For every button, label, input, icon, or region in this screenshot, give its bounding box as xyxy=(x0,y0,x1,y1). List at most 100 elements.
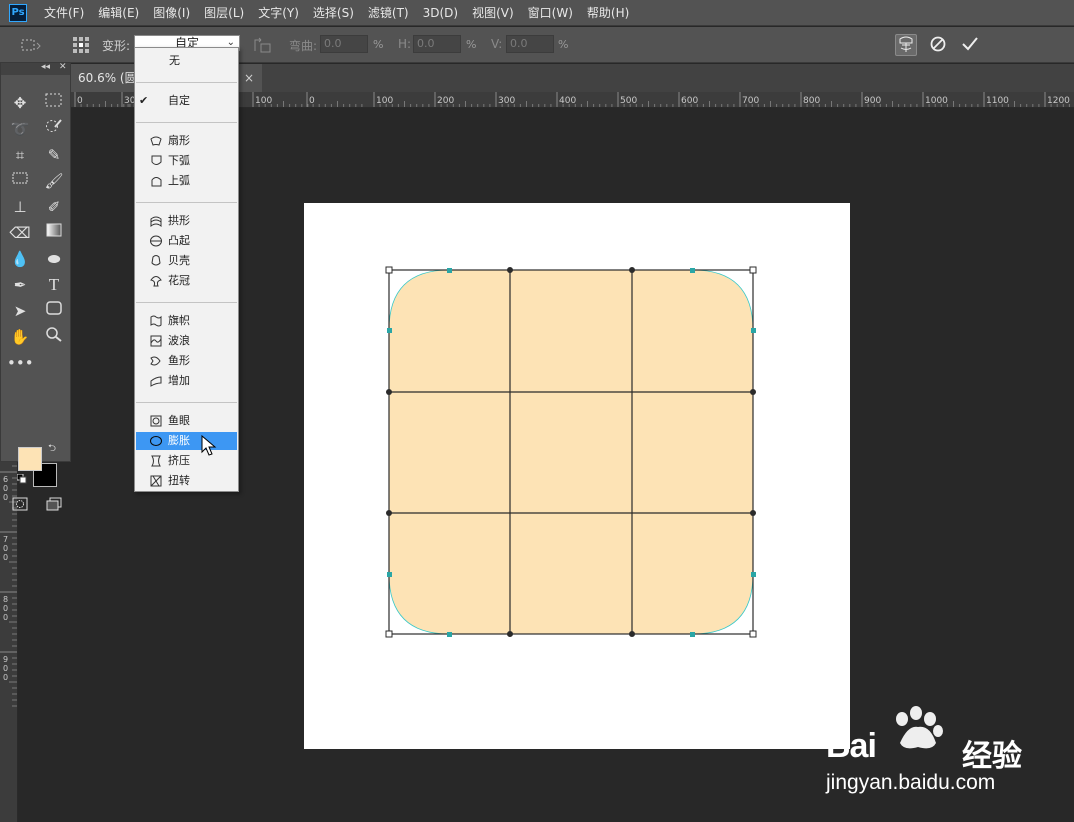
h-distortion-input[interactable]: 0.0 xyxy=(413,35,461,53)
v-distortion-input[interactable]: 0.0 xyxy=(506,35,554,53)
ruler-tick-label: 800 xyxy=(803,96,820,106)
type-tool-icon[interactable]: T xyxy=(41,273,67,297)
warp-mesh[interactable] xyxy=(304,203,850,749)
ruler-tick-label: 0 xyxy=(3,613,8,622)
path-selection-tool-icon[interactable]: ➤ xyxy=(7,299,33,323)
warp-option-label: 膨胀 xyxy=(168,434,190,447)
cancel-transform-icon[interactable] xyxy=(927,34,949,56)
warp-option-inflate[interactable]: 膨胀 xyxy=(136,432,237,450)
healing-brush-tool-icon[interactable] xyxy=(7,169,33,193)
ruler-tick-label: 6 xyxy=(3,475,8,484)
history-brush-tool-icon[interactable]: ✐ xyxy=(41,195,67,219)
screen-mode-icon[interactable] xyxy=(41,495,67,519)
menu-help[interactable]: 帮助(H) xyxy=(580,0,636,26)
warp-option-flag[interactable]: 旗帜 xyxy=(136,312,237,330)
eyedropper-tool-icon[interactable]: ✎ xyxy=(41,143,67,167)
mouse-cursor-icon xyxy=(201,435,217,456)
foreground-color-swatch[interactable] xyxy=(18,447,42,471)
reference-point-icon[interactable] xyxy=(72,36,90,57)
ruler-tick-label: 400 xyxy=(559,96,576,106)
menu-3d[interactable]: 3D(D) xyxy=(416,0,465,26)
quick-select-tool-icon[interactable] xyxy=(41,117,67,141)
ruler-tick-label: 0 xyxy=(77,96,83,106)
checkmark-icon: ✔ xyxy=(139,94,149,107)
twist-icon xyxy=(150,475,162,487)
warp-option-arch[interactable]: 拱形 xyxy=(136,212,237,230)
h-label: H: xyxy=(398,37,412,51)
baidu-jingyan-watermark: Bai du 经验 jingyan.baidu.com xyxy=(822,705,1042,805)
close-icon[interactable]: ✕ xyxy=(59,62,67,72)
menu-image[interactable]: 图像(I) xyxy=(146,0,197,26)
bend-input[interactable]: 0.0 xyxy=(320,35,368,53)
baidu-paw-logo-icon xyxy=(896,706,943,749)
lasso-tool-icon[interactable]: ➰ xyxy=(7,117,33,141)
document-tab-label: 60.6% (圆 xyxy=(78,71,137,85)
menu-select[interactable]: 选择(S) xyxy=(306,0,361,26)
pen-tool-icon[interactable]: ✒ xyxy=(7,273,33,297)
warp-option-wave[interactable]: 波浪 xyxy=(136,332,237,350)
warp-option-flower[interactable]: 花冠 xyxy=(136,272,237,290)
menu-view[interactable]: 视图(V) xyxy=(465,0,521,26)
transform-tool-icon[interactable] xyxy=(18,36,42,57)
warp-option-label: 增加 xyxy=(168,374,190,387)
close-icon[interactable]: × xyxy=(244,64,254,92)
move-tool-icon[interactable]: ✥ xyxy=(7,91,33,115)
blur-tool-icon[interactable]: 💧 xyxy=(7,247,33,271)
zoom-tool-icon[interactable] xyxy=(41,325,67,349)
crop-tool-icon[interactable]: ⌗ xyxy=(7,143,33,167)
document-canvas[interactable] xyxy=(304,203,850,749)
warp-option-label: 凸起 xyxy=(168,234,190,247)
menu-layer[interactable]: 图层(L) xyxy=(197,0,251,26)
eraser-tool-icon[interactable]: ⌫ xyxy=(7,221,33,245)
ruler-tick-label: 0 xyxy=(309,96,315,106)
warp-option-squeeze[interactable]: 挤压 xyxy=(136,452,237,470)
warp-option-rise[interactable]: 增加 xyxy=(136,372,237,390)
h-unit: % xyxy=(466,38,477,51)
warp-option-custom[interactable]: ✔ 自定 xyxy=(136,92,237,110)
warp-option-bulge[interactable]: 凸起 xyxy=(136,232,237,250)
menu-type[interactable]: 文字(Y) xyxy=(251,0,306,26)
warp-option-arc[interactable]: 扇形 xyxy=(136,132,237,150)
warp-option-fish[interactable]: 鱼形 xyxy=(136,352,237,370)
collapse-icon[interactable]: ◂◂ xyxy=(41,62,50,72)
menu-file[interactable]: 文件(F) xyxy=(37,0,91,26)
ruler-tick-label: 100 xyxy=(376,96,393,106)
quick-mask-icon[interactable] xyxy=(7,495,33,519)
photoshop-logo-icon: Ps xyxy=(9,3,27,22)
commit-transform-icon[interactable] xyxy=(959,34,981,56)
flower-icon xyxy=(150,276,162,287)
warp-option-label: 上弧 xyxy=(168,174,190,187)
hand-tool-icon[interactable]: ✋ xyxy=(7,325,33,349)
ruler-tick-label: 0 xyxy=(3,664,8,673)
warp-option-shell[interactable]: 贝壳 xyxy=(136,252,237,270)
arc-icon xyxy=(150,136,162,146)
menu-window[interactable]: 窗口(W) xyxy=(521,0,580,26)
swap-colors-icon[interactable]: ⮌ xyxy=(48,441,56,458)
default-colors-icon[interactable] xyxy=(16,473,27,487)
stamp-tool-icon[interactable]: ⊥ xyxy=(7,195,33,219)
brush-tool-icon[interactable]: 🖌 xyxy=(41,169,67,193)
warp-option-twist[interactable]: 扭转 xyxy=(136,472,237,490)
marquee-tool-icon[interactable] xyxy=(41,91,67,115)
warp-label: 变形: xyxy=(102,39,131,53)
warp-option-none[interactable]: 无 xyxy=(136,52,237,70)
dodge-tool-icon[interactable]: ⬬ xyxy=(41,247,67,271)
gradient-tool-icon[interactable] xyxy=(41,221,67,245)
warp-option-arc-upper[interactable]: 上弧 xyxy=(136,172,237,190)
watermark-brand: Bai xyxy=(826,727,877,765)
warp-option-fisheye[interactable]: 鱼眼 xyxy=(136,412,237,430)
ruler-tick-label: 200 xyxy=(437,96,454,106)
change-orientation-icon[interactable] xyxy=(252,36,272,57)
ruler-tick-label: 0 xyxy=(3,484,8,493)
warp-mode-toggle-icon[interactable] xyxy=(895,34,917,56)
more-tools-icon[interactable]: ••• xyxy=(7,351,34,375)
fish-icon xyxy=(150,356,161,366)
warp-option-arc-lower[interactable]: 下弧 xyxy=(136,152,237,170)
rectangle-tool-icon[interactable] xyxy=(41,299,67,323)
warp-option-label: 扭转 xyxy=(168,474,190,487)
bend-label: 弯曲: xyxy=(289,39,318,53)
warp-option-label: 自定 xyxy=(168,94,190,107)
menu-edit[interactable]: 编辑(E) xyxy=(91,0,146,26)
menu-filter[interactable]: 滤镜(T) xyxy=(361,0,416,26)
rounded-square-shape xyxy=(389,270,753,634)
